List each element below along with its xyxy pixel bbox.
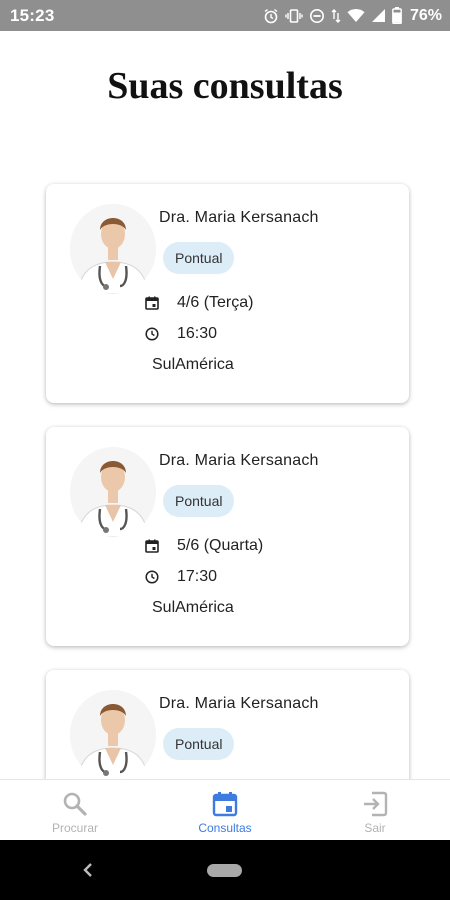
- doctor-name: Dra. Maria Kersanach: [159, 452, 319, 469]
- search-icon: [62, 791, 88, 817]
- calendar-icon: [145, 539, 159, 553]
- insurance-name: SulAmérica: [152, 599, 234, 616]
- system-nav-bar: [0, 840, 450, 900]
- clock-icon: [145, 570, 159, 584]
- doctor-name: Dra. Maria Kersanach: [159, 695, 319, 712]
- appointment-date: 4/6 (Terça): [177, 294, 254, 311]
- back-icon[interactable]: [80, 860, 96, 880]
- nav-item-consultas[interactable]: Consultas: [150, 780, 300, 840]
- clock-icon: [145, 327, 159, 341]
- time-row: 17:30: [145, 568, 217, 586]
- appointment-type-chip: Pontual: [163, 728, 235, 760]
- date-row: 4/6 (Terça): [145, 294, 253, 312]
- appointment-card[interactable]: Dra. Maria Kersanach Pontual 4/6 (Terça)…: [46, 184, 409, 403]
- exit-icon: [362, 791, 388, 817]
- home-pill[interactable]: [207, 864, 242, 877]
- appointment-time: 17:30: [177, 568, 218, 585]
- appointment-card[interactable]: Dra. Maria Kersanach Pontual 5/6 (Quarta…: [46, 427, 409, 646]
- doctor-avatar: [70, 447, 156, 537]
- insurance-name: SulAmérica: [152, 356, 234, 373]
- appointment-type-chip: Pontual: [163, 485, 235, 517]
- bottom-nav: Procurar Consultas Sair: [0, 779, 450, 840]
- nav-label-sair: Sair: [364, 821, 386, 835]
- doctor-name: Dra. Maria Kersanach: [159, 209, 319, 226]
- appointment-date: 5/6 (Quarta): [177, 537, 264, 554]
- appointment-card[interactable]: Dra. Maria Kersanach Pontual: [46, 670, 409, 780]
- page-title: Suas consultas: [107, 65, 343, 107]
- nav-item-procurar[interactable]: Procurar: [0, 780, 150, 840]
- appointments-list[interactable]: Dra. Maria Kersanach Pontual 4/6 (Terça)…: [0, 0, 450, 780]
- time-row: 16:30: [145, 325, 217, 343]
- nav-label-procurar: Procurar: [51, 821, 98, 835]
- calendar-icon: [145, 296, 159, 310]
- doctor-avatar: [70, 690, 156, 780]
- calendar-icon: [212, 791, 238, 817]
- date-row: 5/6 (Quarta): [145, 537, 263, 555]
- doctor-avatar: [70, 204, 156, 294]
- nav-item-sair[interactable]: Sair: [300, 780, 450, 840]
- appointment-type-chip: Pontual: [163, 242, 235, 274]
- appointment-time: 16:30: [177, 325, 218, 342]
- nav-label-consultas: Consultas: [198, 821, 252, 835]
